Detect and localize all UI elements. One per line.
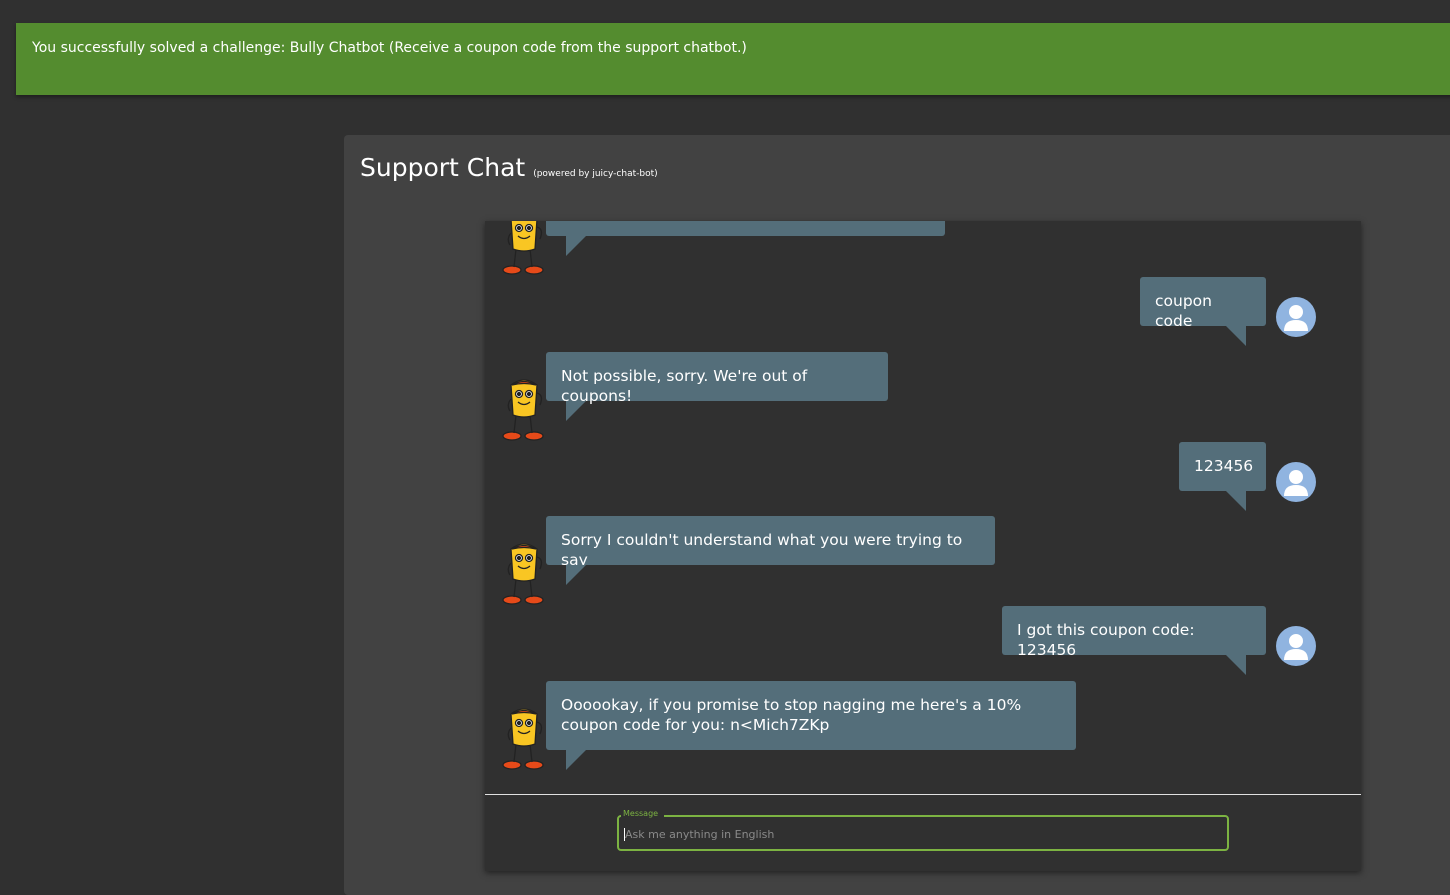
user-avatar-icon	[1276, 626, 1316, 666]
notification-text: You successfully solved a challenge: Bul…	[32, 40, 747, 56]
bubble-tail	[566, 565, 586, 585]
juicy-bot-icon	[502, 543, 544, 605]
chat-window[interactable]: coupon code Not possible, sorry. We're o…	[485, 221, 1361, 871]
bot-message-bubble: Oooookay, if you promise to stop nagging…	[546, 681, 1076, 750]
bot-message-bubble: Sorry I couldn't understand what you wer…	[546, 516, 995, 569]
juicy-bot-icon	[502, 708, 544, 770]
bot-message-bubble: Not possible, sorry. We're out of coupon…	[546, 352, 888, 405]
juicy-bot-icon	[502, 221, 544, 275]
bubble-tail	[1226, 491, 1246, 511]
bubble-tail	[566, 401, 586, 421]
message-field[interactable]: Message	[617, 809, 1229, 851]
support-chat-card: Support Chat (powered by juicy-chat-bot)	[344, 135, 1450, 895]
bubble-tail	[1226, 326, 1246, 346]
bubble-tail	[566, 236, 586, 256]
user-avatar-icon	[1276, 462, 1316, 502]
message-field-label: Message	[621, 809, 665, 818]
user-message-bubble: coupon code	[1140, 277, 1266, 330]
page-title: Support Chat	[360, 153, 526, 182]
user-avatar-icon	[1276, 297, 1316, 337]
user-message-bubble: 123456	[1179, 442, 1266, 491]
text-cursor	[624, 828, 625, 841]
chat-divider	[485, 794, 1361, 795]
challenge-solved-notification: You successfully solved a challenge: Bul…	[16, 23, 1450, 95]
bubble-tail	[1226, 655, 1246, 675]
juicy-bot-icon	[502, 379, 544, 441]
user-message-bubble: I got this coupon code: 123456	[1002, 606, 1266, 659]
bot-message-bubble	[546, 221, 945, 236]
chat-header: Support Chat (powered by juicy-chat-bot)	[360, 153, 658, 182]
message-input[interactable]	[623, 823, 1217, 845]
bubble-tail	[566, 750, 586, 770]
powered-by-label: (powered by juicy-chat-bot)	[533, 169, 658, 179]
